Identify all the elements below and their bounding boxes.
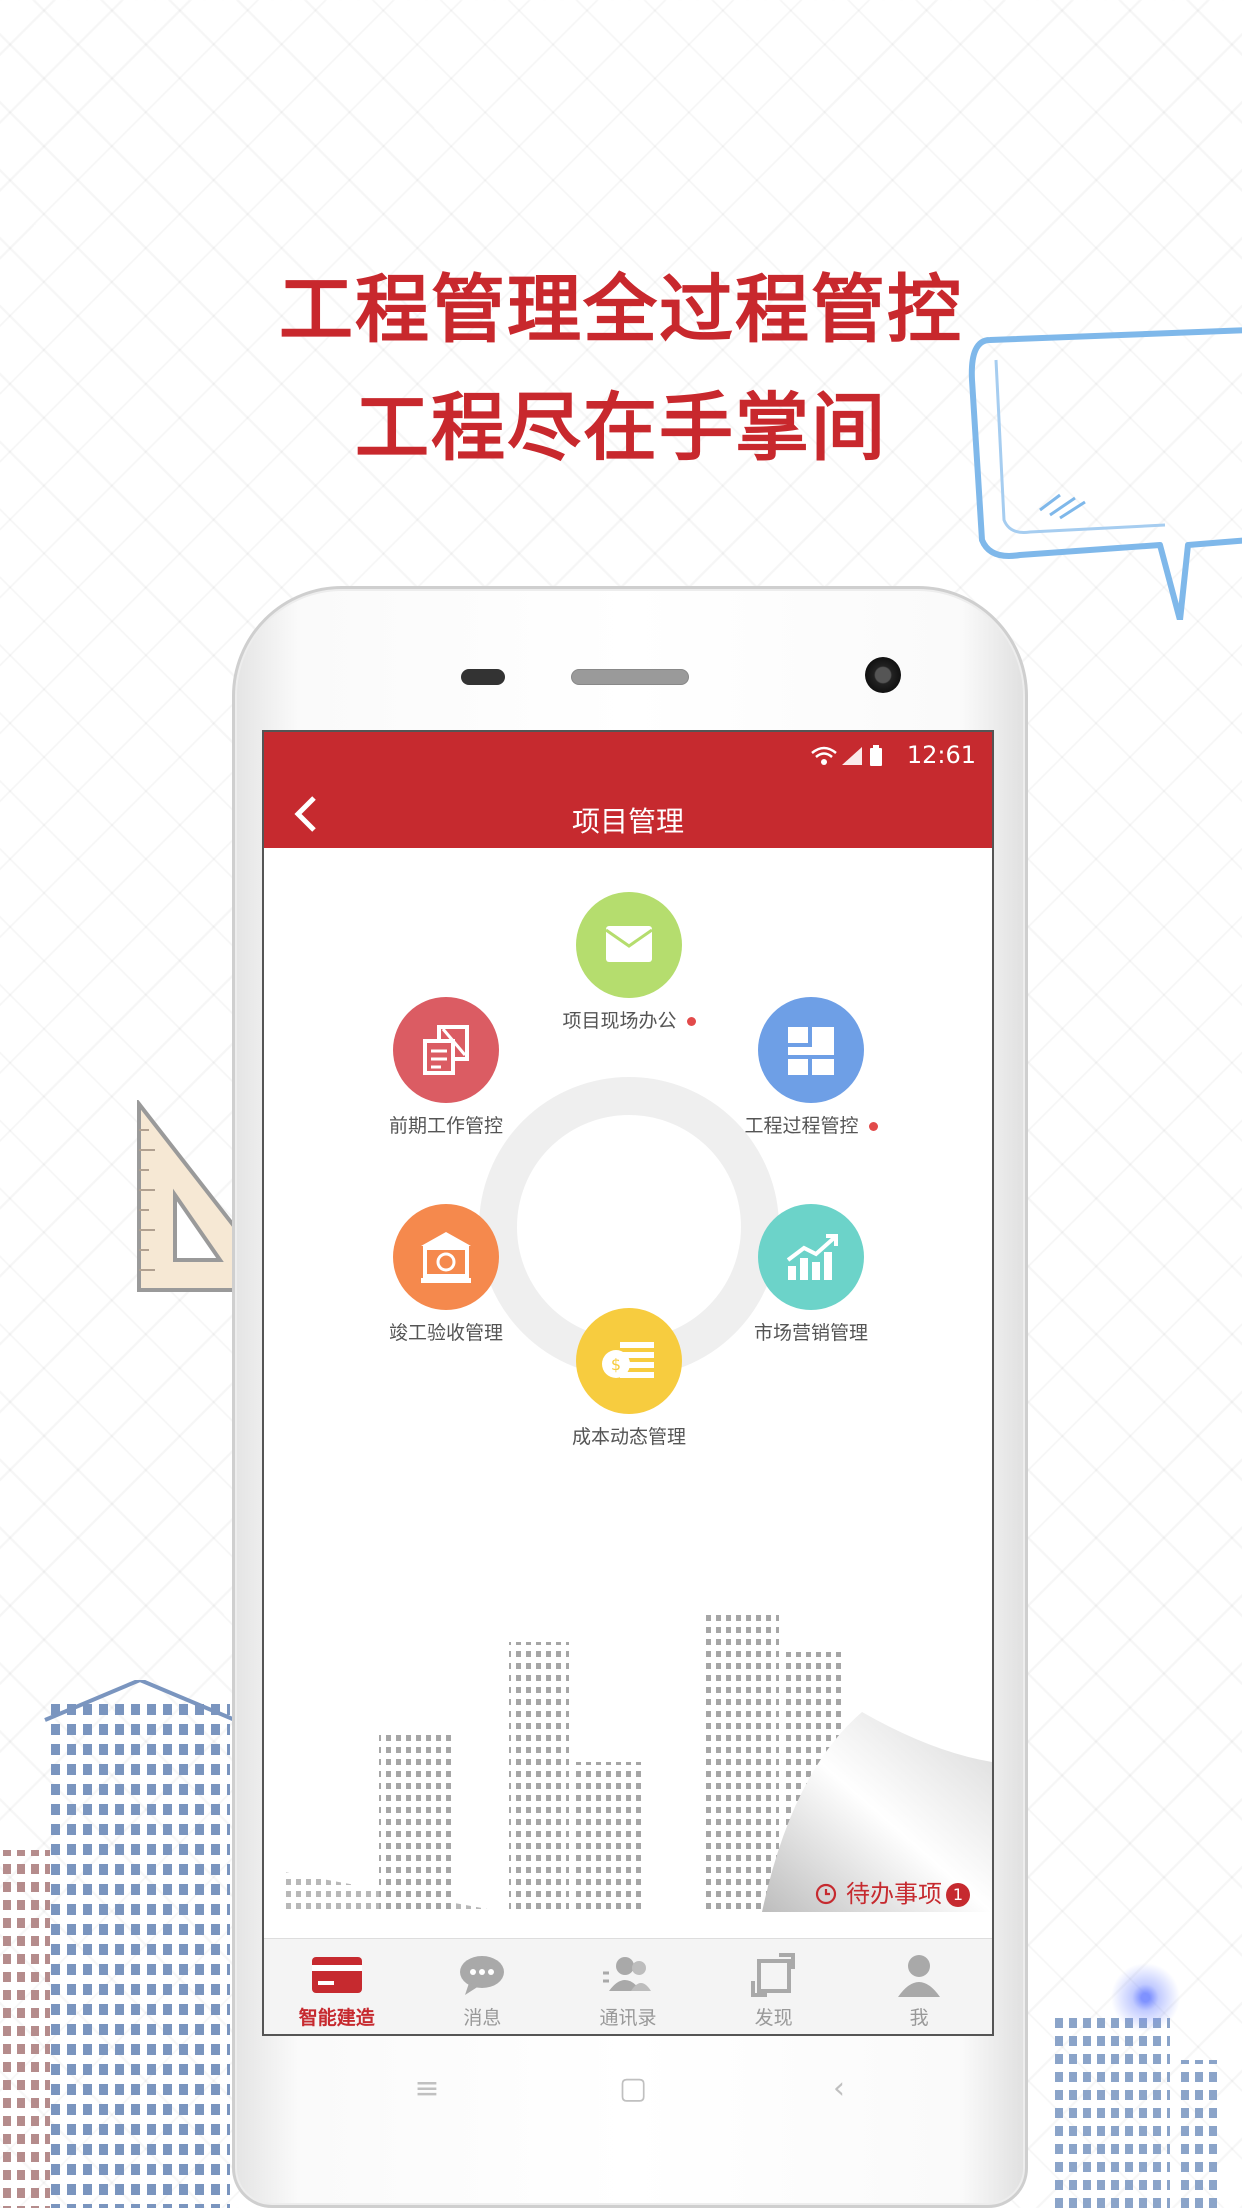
tab-me[interactable]: 我 [846,1939,992,2034]
module-site-office[interactable]: 项目现场办公 [529,892,729,1033]
module-label: 市场营销管理 [753,1322,868,1344]
module-cost[interactable]: $ 成本动态管理 [529,1308,729,1449]
module-label: 竣工验收管理 [388,1322,503,1344]
notification-dot [868,1122,878,1131]
tab-label: 我 [909,2007,929,2029]
coin-stack-icon: $ [576,1308,682,1414]
module-label: 成本动态管理 [571,1426,686,1448]
sensor-dot [461,669,505,685]
app-header: 项目管理 [264,780,992,848]
documents-icon [393,997,499,1103]
tab-messages[interactable]: 消息 [410,1939,556,2034]
tab-label: 通讯录 [599,2007,657,2029]
institution-icon [393,1204,499,1310]
app-screen: 12:61 项目管理 项目现场办公 工程过程管控 市场营销管理 $ 成本动态管理 [262,730,994,2036]
module-process-control[interactable]: 工程过程管控 [711,997,911,1138]
tab-contacts[interactable]: 通讯录 [555,1939,701,2034]
blocks-icon [758,997,864,1103]
signal-icon [842,747,862,765]
tab-label: 消息 [463,2007,502,2029]
left-buildings-decoration [0,1680,236,2208]
triangle-ruler-decoration [137,1100,243,1292]
back-key-icon[interactable]: ‹ [819,2069,859,2109]
module-label: 工程过程管控 [744,1115,859,1137]
status-time: 12:61 [906,741,976,769]
todo-link[interactable]: 待办事项 1 [814,1874,970,1909]
menu-key-icon[interactable]: ≡ [407,2069,447,2109]
module-acceptance[interactable]: 竣工验收管理 [346,1204,546,1345]
front-camera-icon [865,657,901,693]
svg-text:$: $ [611,1355,621,1374]
tab-discover[interactable]: 发现 [701,1939,847,2034]
page-title: 项目管理 [571,805,684,838]
hardware-keys: ≡ ▢ ‹ [235,2069,1031,2129]
chat-bubble-icon [457,1953,507,1997]
speech-bubble-decoration [968,327,1242,620]
status-bar: 12:61 [264,732,992,780]
contacts-icon [602,1953,653,1997]
todo-label: 待办事项 [846,1880,942,1908]
tab-smart-build[interactable]: 智能建造 [264,1939,410,2034]
clock-icon [816,1883,837,1905]
earpiece-speaker [571,669,689,685]
todo-count-badge: 1 [946,1883,970,1907]
card-icon [311,1953,362,1997]
status-icons [810,745,896,772]
module-label: 项目现场办公 [562,1010,677,1032]
bottom-tab-bar: 智能建造 消息 通讯录 发现 我 [264,1938,992,2034]
discover-icon [749,1953,799,1997]
wifi-icon [811,746,837,765]
trend-chart-icon [758,1204,864,1310]
sparkle-decoration [1108,1960,1183,2035]
module-label: 前期工作管控 [388,1115,503,1137]
battery-icon [870,745,882,766]
module-marketing[interactable]: 市场营销管理 [711,1204,911,1345]
tab-label: 发现 [754,2007,793,2029]
tab-label: 智能建造 [298,2007,375,2029]
home-key-icon[interactable]: ▢ [613,2069,653,2109]
person-icon [894,1953,944,1997]
module-preliminary[interactable]: 前期工作管控 [346,997,546,1138]
notification-dot [686,1017,696,1026]
envelope-icon [576,892,682,998]
